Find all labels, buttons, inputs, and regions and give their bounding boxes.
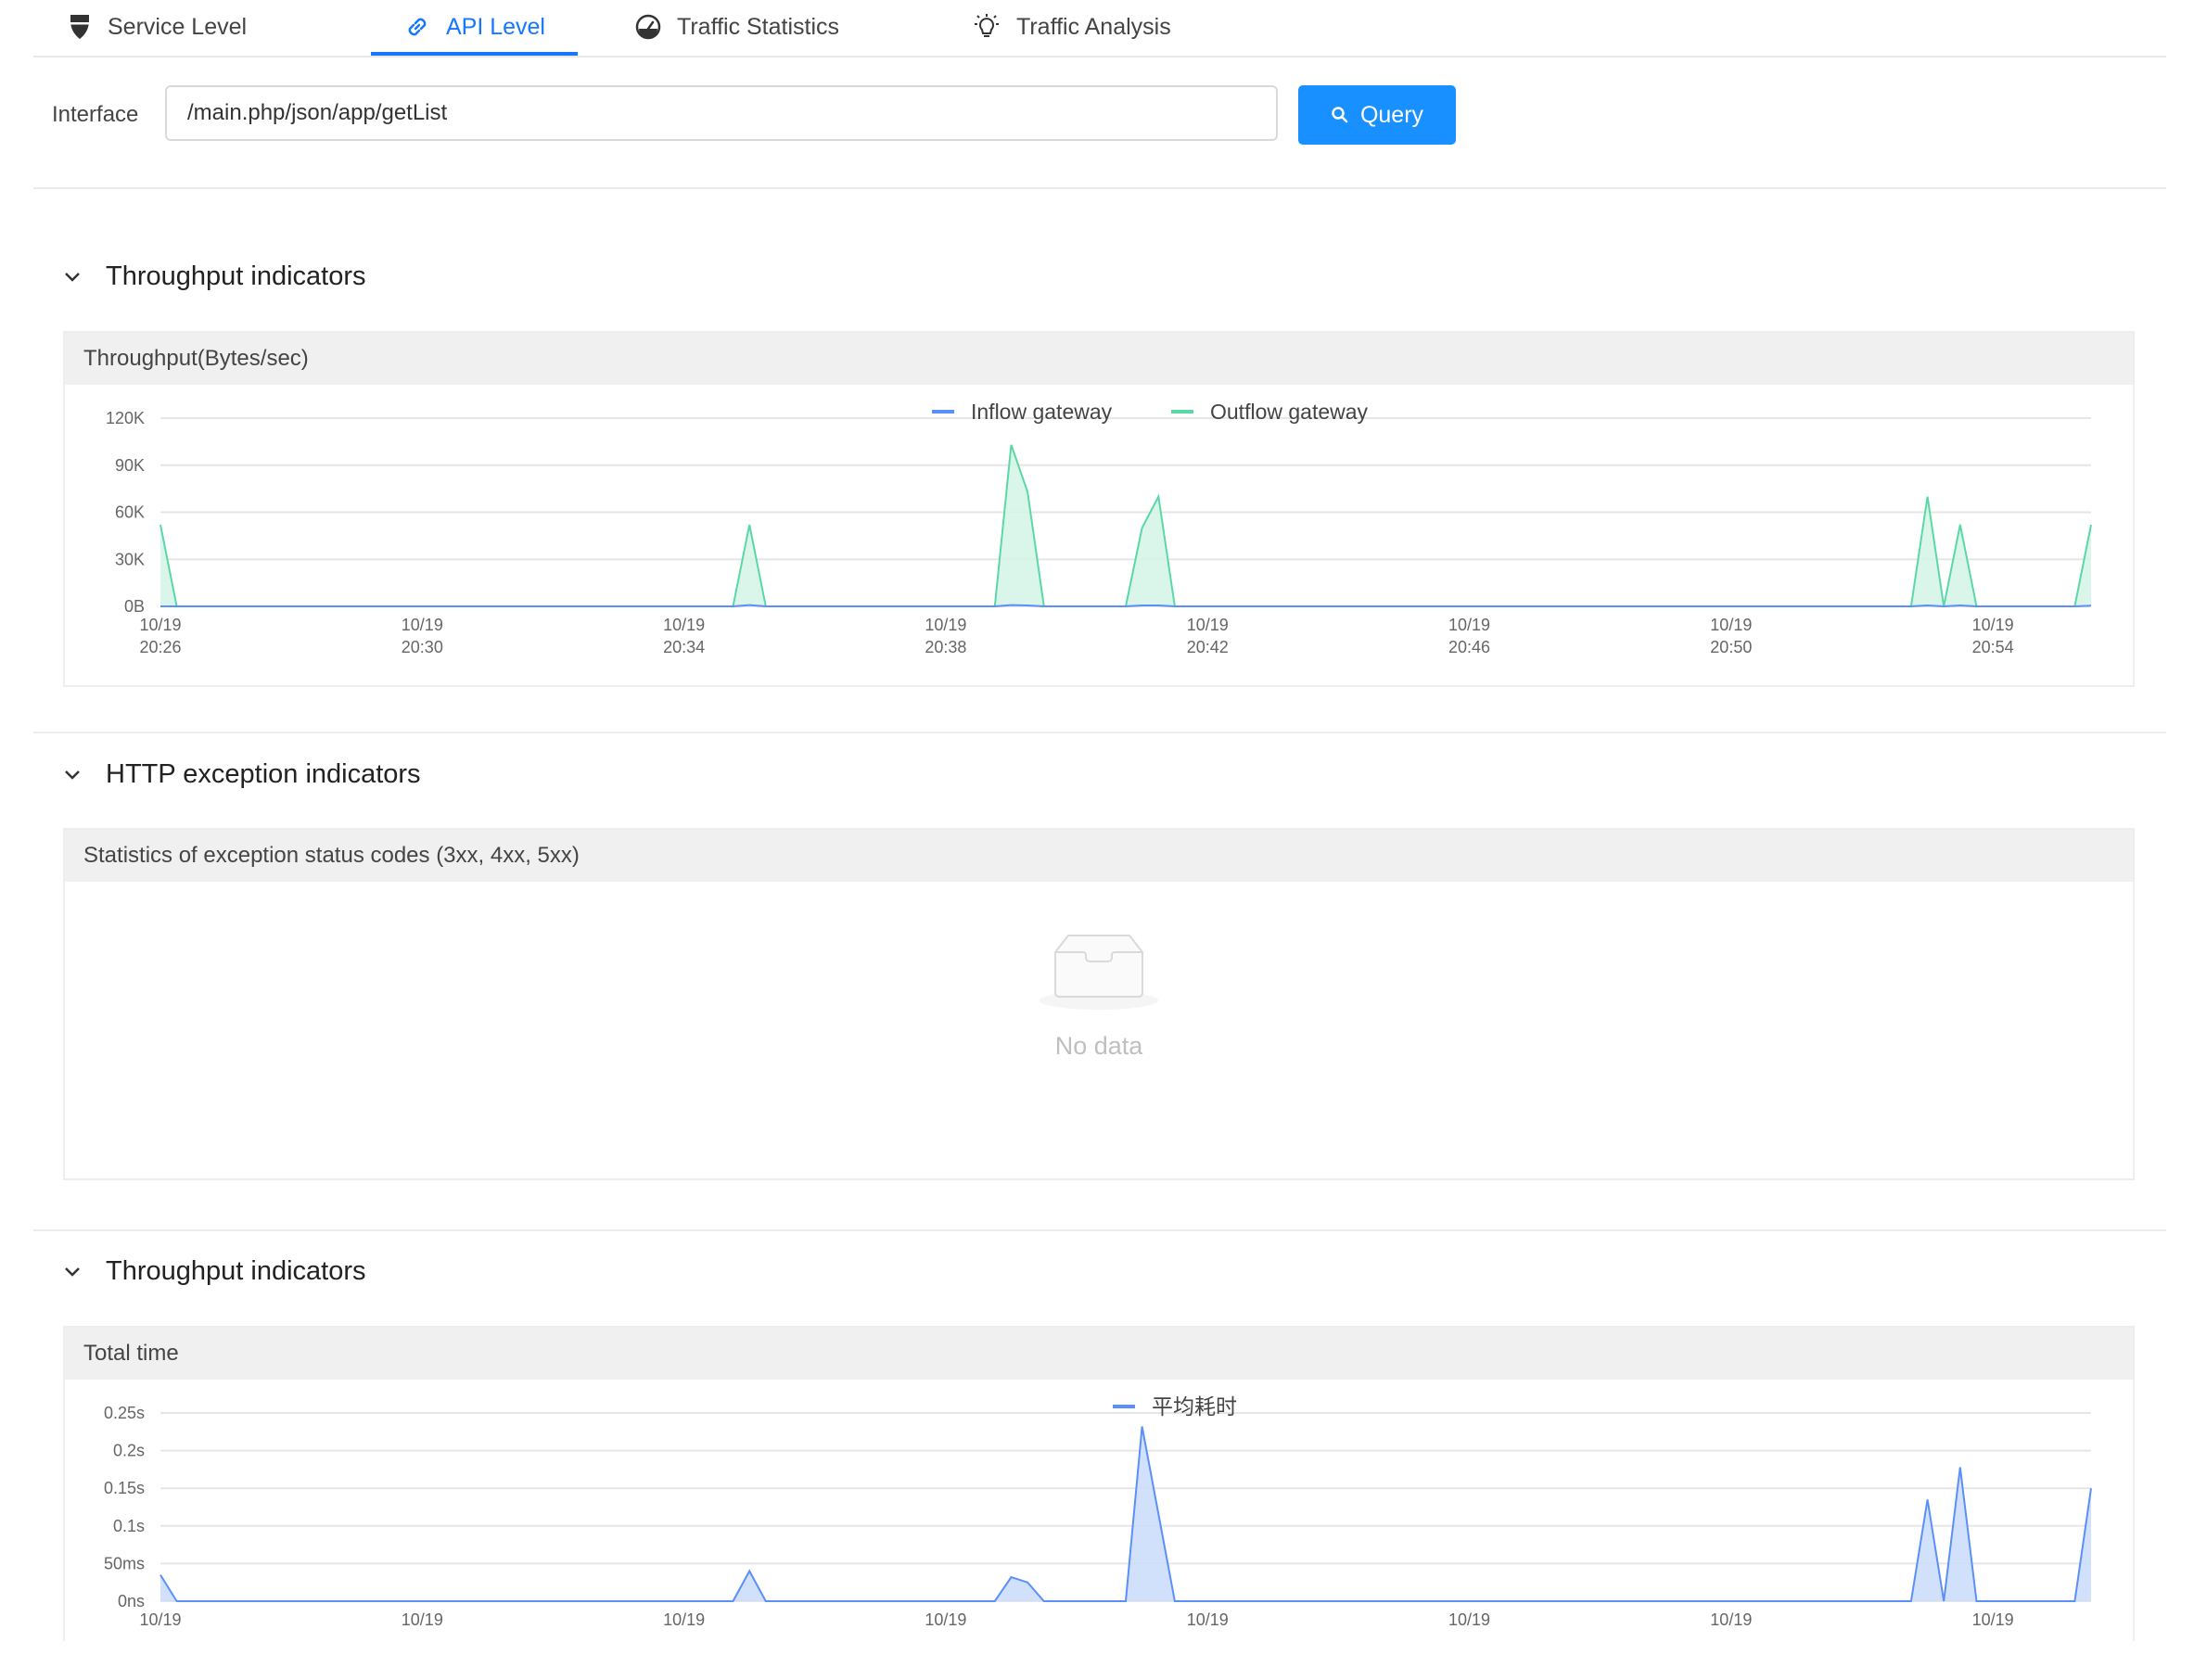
section-title: Throughput indicators [106, 261, 366, 291]
exception-panel: Statistics of exception status codes (3x… [63, 828, 2135, 1180]
tab-label: API Level [445, 13, 545, 40]
legend-marker [932, 410, 954, 414]
query-button[interactable]: Query [1298, 85, 1456, 145]
tab-traffic-statistics[interactable]: Traffic Statistics [634, 0, 839, 54]
section-title: HTTP exception indicators [106, 759, 421, 789]
total-time-chart: 0ns 50ms 0.1s 0.15s 0.2s 0.25s 10/19 10/19 10/19… [104, 1394, 2092, 1629]
x-tick-label: 10/19 [139, 1610, 181, 1629]
y-tick-label: 90K [115, 456, 145, 475]
x-tick-label: 20:26 [139, 638, 181, 656]
series-area-0 [160, 1426, 2091, 1601]
y-tick-label: 0.1s [113, 1517, 145, 1535]
x-tick-label: 10/19 [139, 616, 181, 634]
x-tick-label: 20:30 [402, 638, 443, 656]
x-tick-label: 10/19 [925, 1610, 966, 1629]
legend-marker [1171, 410, 1193, 414]
tab-label: Traffic Statistics [677, 13, 840, 40]
gauge-icon [635, 14, 661, 40]
empty-state: No data [65, 882, 2133, 1178]
interface-input[interactable] [165, 85, 1278, 141]
x-tick-label: 10/19 [1710, 1610, 1752, 1629]
section-title: Throughput indicators [106, 1256, 366, 1286]
legend-label: Inflow gateway [971, 400, 1113, 424]
y-tick-label: 60K [115, 503, 145, 522]
series-line-0 [159, 1426, 2092, 1602]
throughput-chart: 0B 30K 60K 90K 120K 10/19 20:26 10/19 20:30 10/19… [106, 400, 2092, 656]
tab-service-level[interactable]: Service Level [67, 0, 247, 54]
throughput-panel: Throughput(Bytes/sec) 0B 30K 60K 90K 120K 10/… [63, 331, 2135, 687]
shield-icon [70, 15, 89, 39]
y-tick-label: 120K [106, 409, 145, 427]
tab-bar: Service Level API Level Traffic Statisti… [33, 0, 2166, 57]
lightbulb-icon [975, 14, 999, 37]
panel-title: Throughput(Bytes/sec) [65, 333, 2133, 385]
x-tick-label: 10/19 [402, 616, 443, 634]
x-tick-label: 20:38 [925, 638, 966, 656]
y-tick-label: 50ms [104, 1554, 145, 1572]
chevron-down-icon [65, 770, 80, 780]
y-tick-label: 0.2s [113, 1442, 145, 1460]
panel-title: Statistics of exception status codes (3x… [65, 830, 2133, 882]
series-area-1 [160, 444, 2091, 606]
tab-api-level[interactable]: API Level [371, 0, 578, 54]
total-time-panel: Total time 0ns 50ms 0.1s 0.15s 0.2s 0.25s 10/1… [63, 1326, 2135, 1641]
divider [33, 187, 2166, 189]
tab-label: Service Level [108, 13, 248, 40]
no-data-text: No data [1054, 1032, 1143, 1060]
x-tick-label: 20:42 [1187, 638, 1229, 656]
x-tick-label: 20:50 [1710, 638, 1752, 656]
x-tick-label: 10/19 [1710, 616, 1752, 634]
link-icon [408, 18, 427, 36]
tab-label: Traffic Analysis [1016, 13, 1171, 40]
x-tick-label: 10/19 [663, 616, 705, 634]
empty-inbox-icon [1040, 935, 1158, 1010]
x-tick-label: 10/19 [1972, 616, 2014, 634]
active-tab-indicator [371, 52, 578, 56]
y-tick-label: 0.25s [104, 1404, 145, 1422]
y-tick-label: 0B [124, 597, 145, 616]
x-tick-label: 20:34 [663, 638, 705, 656]
y-tick-label: 0ns [118, 1592, 145, 1610]
x-tick-label: 10/19 [663, 1610, 705, 1629]
legend-label: 平均耗时 [1152, 1394, 1237, 1419]
panel-title: Total time [65, 1328, 2133, 1380]
chevron-down-icon [65, 1266, 80, 1277]
y-tick-label: 0.15s [104, 1479, 145, 1497]
y-tick-label: 30K [115, 550, 145, 568]
x-tick-label: 20:46 [1448, 638, 1490, 656]
series-line-1 [159, 444, 2092, 607]
x-tick-label: 10/19 [402, 1610, 443, 1629]
x-tick-label: 10/19 [1972, 1610, 2014, 1629]
legend-marker [1113, 1405, 1135, 1408]
x-tick-label: 10/19 [1448, 616, 1490, 634]
divider [33, 1229, 2166, 1231]
section-header-http-exception[interactable]: HTTP exception indicators [63, 759, 421, 790]
x-tick-label: 20:54 [1972, 638, 2014, 656]
x-tick-label: 10/19 [925, 616, 966, 634]
x-tick-label: 10/19 [1187, 616, 1229, 634]
tab-traffic-analysis[interactable]: Traffic Analysis [972, 0, 1171, 54]
query-bar: Interface Query [33, 85, 2166, 145]
chevron-down-icon [65, 272, 80, 282]
interface-label: Interface [52, 102, 139, 127]
query-button-label: Query [1359, 101, 1424, 128]
section-header-throughput[interactable]: Throughput indicators [63, 261, 366, 292]
search-icon [1332, 107, 1348, 123]
legend-label: Outflow gateway [1210, 400, 1369, 424]
x-tick-label: 10/19 [1448, 1610, 1490, 1629]
x-tick-label: 10/19 [1187, 1610, 1229, 1629]
divider [33, 732, 2166, 733]
section-header-total-time[interactable]: Throughput indicators [63, 1256, 366, 1287]
